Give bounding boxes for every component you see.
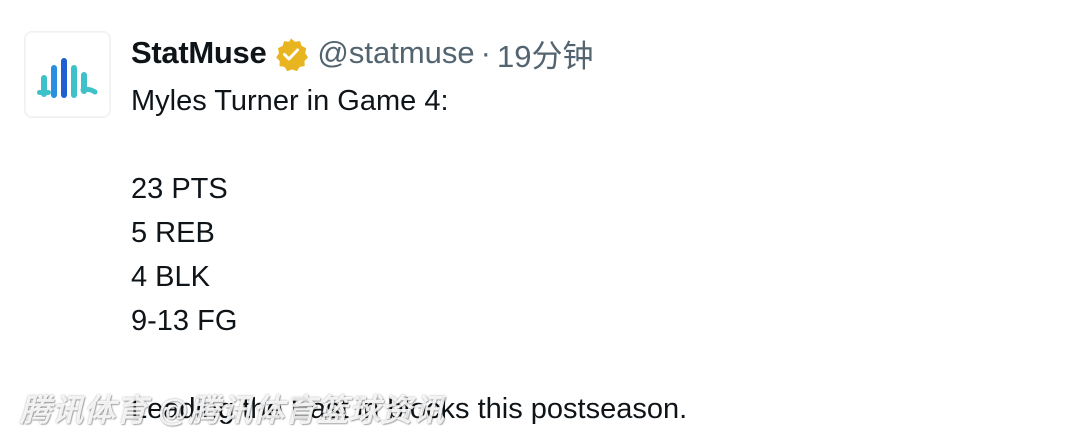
tweet-line: Myles Turner in Game 4:	[131, 85, 449, 117]
tweet-line: Leading the East in blocks this postseas…	[131, 393, 688, 425]
tweet-timestamp[interactable]: 19分钟	[497, 31, 593, 76]
verified-badge-icon	[274, 37, 309, 72]
tweet-header: StatMuse @statmuse · 19分钟	[131, 30, 593, 76]
tweet-line: 9-13 FG	[131, 305, 238, 337]
tweet-text: Myles Turner in Game 4: 23 PTS 5 REB 4 B…	[131, 79, 687, 431]
tweet-line: 5 REB	[131, 217, 215, 249]
tweet-line: 23 PTS	[131, 173, 228, 205]
tweet-line: 4 BLK	[131, 261, 210, 293]
separator-dot: ·	[480, 35, 491, 70]
author-handle[interactable]: @statmuse	[317, 35, 474, 71]
author-display-name[interactable]: StatMuse	[131, 35, 267, 71]
statmuse-logo-icon	[37, 58, 98, 98]
avatar[interactable]	[24, 31, 111, 118]
